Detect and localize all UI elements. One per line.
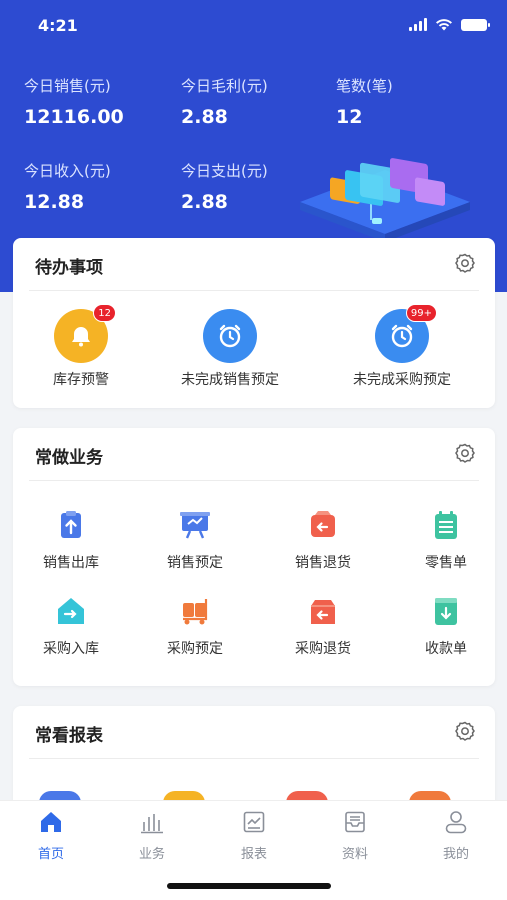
biz-sales-booking[interactable]: 销售预定 (135, 508, 255, 572)
tab-label: 我的 (442, 847, 469, 862)
status-bar: 4:21 (38, 16, 490, 38)
tab-label: 资料 (341, 847, 368, 862)
gear-icon[interactable] (453, 252, 477, 276)
purchase-inbound-icon (58, 598, 84, 624)
tab-business[interactable]: 业务 (117, 809, 187, 862)
biz-retail-order[interactable]: 零售单 (386, 508, 506, 572)
stat-today-expense[interactable]: 今日支出(元) 2.88 (181, 160, 268, 213)
todo-label: 未完成采购预定 (353, 372, 451, 388)
biz-label: 销售出库 (43, 555, 99, 571)
biz-sales-return[interactable]: 销售退货 (263, 508, 383, 572)
biz-purchase-booking[interactable]: 采购预定 (135, 594, 255, 658)
card-title: 常看报表 (35, 726, 103, 746)
chat-bubbles-illustration (300, 158, 470, 242)
card-title: 常做业务 (35, 448, 103, 468)
tab-label: 报表 (240, 847, 267, 862)
biz-label: 收款单 (425, 641, 467, 657)
sales-booking-icon (180, 512, 210, 539)
retail-order-icon (435, 511, 457, 539)
biz-label: 采购入库 (43, 641, 99, 657)
stat-label: 今日支出(元) (181, 162, 268, 180)
stat-today-income[interactable]: 今日收入(元) 12.88 (24, 160, 111, 213)
biz-label: 采购退货 (295, 641, 351, 657)
notification-badge: 12 (93, 304, 116, 322)
purchase-booking-icon (183, 599, 208, 625)
home-icon (41, 812, 61, 832)
biz-label: 零售单 (425, 555, 467, 571)
purchase-return-icon (311, 600, 335, 624)
gear-icon[interactable] (453, 442, 477, 466)
stat-label: 今日收入(元) (24, 162, 111, 180)
sales-return-icon (311, 511, 335, 537)
receipt-icon (435, 598, 457, 625)
todo-stock-warning[interactable]: 12 库存预警 (1, 304, 161, 389)
stat-today-sales[interactable]: 今日销售(元) 12116.00 (24, 75, 124, 128)
stat-label: 今日毛利(元) (181, 77, 268, 95)
signal-icon (409, 18, 427, 31)
biz-sales-outbound[interactable]: 销售出库 (11, 508, 131, 572)
tab-label: 首页 (37, 847, 64, 862)
biz-label: 销售退货 (295, 555, 351, 571)
tab-me[interactable]: 我的 (421, 809, 491, 862)
biz-label: 销售预定 (167, 555, 223, 571)
tab-home[interactable]: 首页 (16, 809, 86, 862)
alarm-clock-icon (203, 309, 257, 363)
tab-reports[interactable]: 报表 (219, 809, 289, 862)
sales-outbound-icon (61, 511, 81, 538)
stat-value: 2.88 (181, 191, 228, 213)
home-indicator (167, 883, 331, 889)
biz-label: 采购预定 (167, 641, 223, 657)
notification-badge: 99+ (405, 304, 437, 322)
wifi-icon (436, 19, 452, 31)
todo-card-header: 待办事项 (29, 238, 479, 291)
alarm-clock-icon: 99+ (375, 304, 437, 363)
biz-purchase-inbound[interactable]: 采购入库 (11, 594, 131, 658)
stat-value: 2.88 (181, 106, 228, 128)
user-icon (445, 811, 467, 834)
business-card: 常做业务 销售出库 销售预定 销售退货 零售单 采购入库 采购预定 采购退货 收… (13, 428, 495, 686)
gear-icon[interactable] (453, 720, 477, 744)
stat-label: 今日销售(元) (24, 77, 111, 95)
bar-chart-icon (141, 814, 163, 834)
todo-label: 未完成销售预定 (181, 372, 279, 388)
bell-icon: 12 (54, 304, 116, 363)
stat-value: 12116.00 (24, 106, 124, 128)
reports-card-header: 常看报表 (29, 706, 479, 759)
card-title: 待办事项 (35, 258, 103, 278)
todo-label: 库存预警 (53, 372, 109, 388)
todo-unfinished-purchase-booking[interactable]: 99+ 未完成采购预定 (322, 304, 482, 389)
business-card-header: 常做业务 (29, 428, 479, 481)
inbox-icon (345, 811, 365, 833)
stat-value: 12.88 (24, 191, 85, 213)
todo-unfinished-sales-booking[interactable]: 未完成销售预定 (150, 309, 310, 389)
report-icon (243, 811, 265, 833)
todo-card: 待办事项 12 库存预警 未完成销售预定 99+ 未完成采购预定 (13, 238, 495, 408)
stat-transaction-count[interactable]: 笔数(笔) 12 (336, 75, 393, 128)
status-time: 4:21 (38, 16, 78, 35)
biz-purchase-return[interactable]: 采购退货 (263, 594, 383, 658)
tab-label: 业务 (138, 847, 165, 862)
stat-value: 12 (336, 106, 363, 128)
stat-today-profit[interactable]: 今日毛利(元) 2.88 (181, 75, 268, 128)
tab-data[interactable]: 资料 (320, 809, 390, 862)
stat-label: 笔数(笔) (336, 77, 393, 95)
battery-icon (461, 18, 490, 31)
biz-receipt[interactable]: 收款单 (386, 594, 506, 658)
